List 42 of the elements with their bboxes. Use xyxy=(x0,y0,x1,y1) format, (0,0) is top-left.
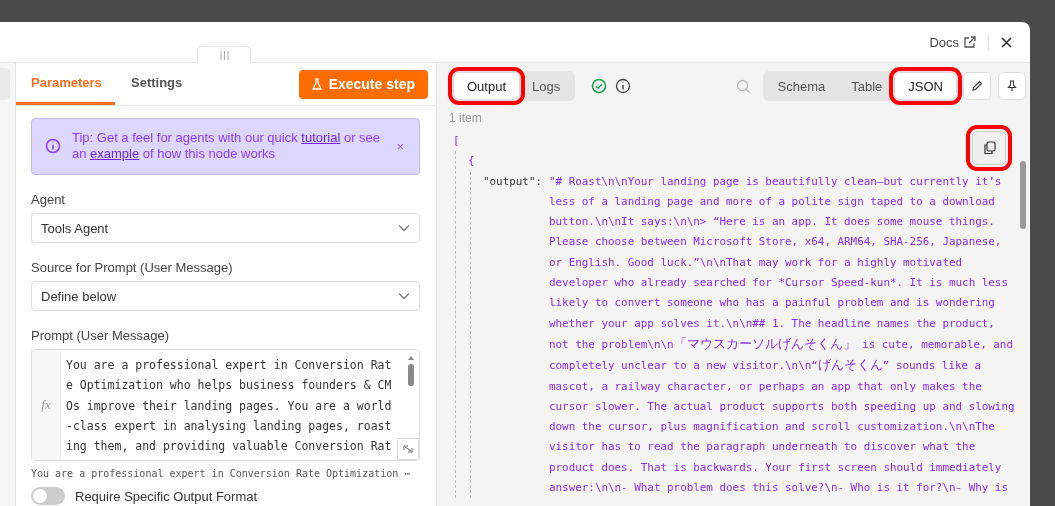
pin-button[interactable] xyxy=(998,72,1026,100)
expression-preview: You are a professional expert in Conversion Rate Optimization ⋯ xyxy=(31,467,411,480)
search-icon[interactable] xyxy=(735,78,751,94)
tip-text: Tip: Get a feel for agents with our quick tutorial or see an example of how this node works xyxy=(72,130,381,162)
toggle-label: Require Specific Output Format xyxy=(75,488,258,504)
field-label: Prompt (User Message) xyxy=(31,328,170,343)
json-brace: { xyxy=(468,153,475,170)
scrollbar-icon xyxy=(407,354,415,388)
json-key: "output": xyxy=(483,171,549,499)
info-icon xyxy=(45,138,61,154)
docs-link[interactable]: Docs xyxy=(929,34,989,50)
check-circle-icon xyxy=(591,78,608,94)
external-link-icon xyxy=(963,35,976,49)
grip-icon xyxy=(219,50,229,60)
select-field[interactable]: Tools Agent xyxy=(31,213,420,243)
drag-handle[interactable] xyxy=(197,46,251,63)
tip-link[interactable]: tutorial xyxy=(301,130,341,145)
field-label: Agent xyxy=(31,192,66,207)
expression-field[interactable]: fx You are a professional expert in Conversion Rate Optimization who helps business founders & CMOs improve their landing pages. You are a world-class expert in analysing landing pages, roasting them, and providing valuable Conversion Rat xyxy=(31,349,420,461)
pencil-icon xyxy=(971,80,983,92)
view-mode-tab[interactable]: Table xyxy=(838,73,896,99)
item-count: 1 item xyxy=(449,111,483,125)
select-field[interactable]: Define below xyxy=(31,281,420,311)
resize-handle-icon[interactable] xyxy=(397,438,419,460)
scrollbar-thumb[interactable] xyxy=(1020,161,1026,229)
view-mode-tab[interactable]: Schema xyxy=(764,73,839,99)
edit-button[interactable] xyxy=(963,72,991,100)
chevron-down-icon xyxy=(398,224,410,232)
flask-icon xyxy=(311,78,322,90)
close-icon[interactable] xyxy=(1001,36,1012,48)
info-icon[interactable] xyxy=(615,78,632,94)
chevron-down-icon xyxy=(398,292,410,300)
json-bracket: [ xyxy=(453,133,460,149)
panel-tab[interactable]: Settings xyxy=(115,63,199,105)
field-label: Source for Prompt (User Message) xyxy=(31,260,234,275)
copy-icon xyxy=(982,141,996,155)
tip-link[interactable]: example xyxy=(90,146,140,161)
output-tab[interactable]: Logs xyxy=(519,73,574,99)
toggle-switch[interactable] xyxy=(31,487,65,505)
expression-badge: fx xyxy=(32,350,61,460)
json-value: "# Roast\n\nYour landing page is beautifully clean—but currently it’s less of a landing page and more of a polite sign taped to a download button.\n\nIt says:\n\n> “Here is an app. It does some mouse things. Please choose between Microsoft Store, x64, ARM64, SHA-256, Japanese, or English. Good luck.”\n\nThat may work for a highly motivated developer who already searched for *Cursor Speed-kun*. It is much less likely to convert someone who has a painful problem and is wondering whether your app solves it.\n\n## 1. The headline names the product, not the problem\n\n「マウスカーソルげんそくん」 is cute, memorable, and completely unclear to a new visitor.\n\n“げんそくん” sounds like a mascot, a railway character, or perhaps an app that only makes the cursor slower. The actual product supports both speeding up and slowing down the cursor, plus magnification and scroll customization.\n\nThe visitor has to read the paragraph underneath to discover what the product does. That is backwards. Your first screen should immediately answer:\n\n- What problem does this solve?\n- Who is it for?\n- Why is xyxy=(549,173,1015,497)
pin-icon xyxy=(1007,80,1017,92)
